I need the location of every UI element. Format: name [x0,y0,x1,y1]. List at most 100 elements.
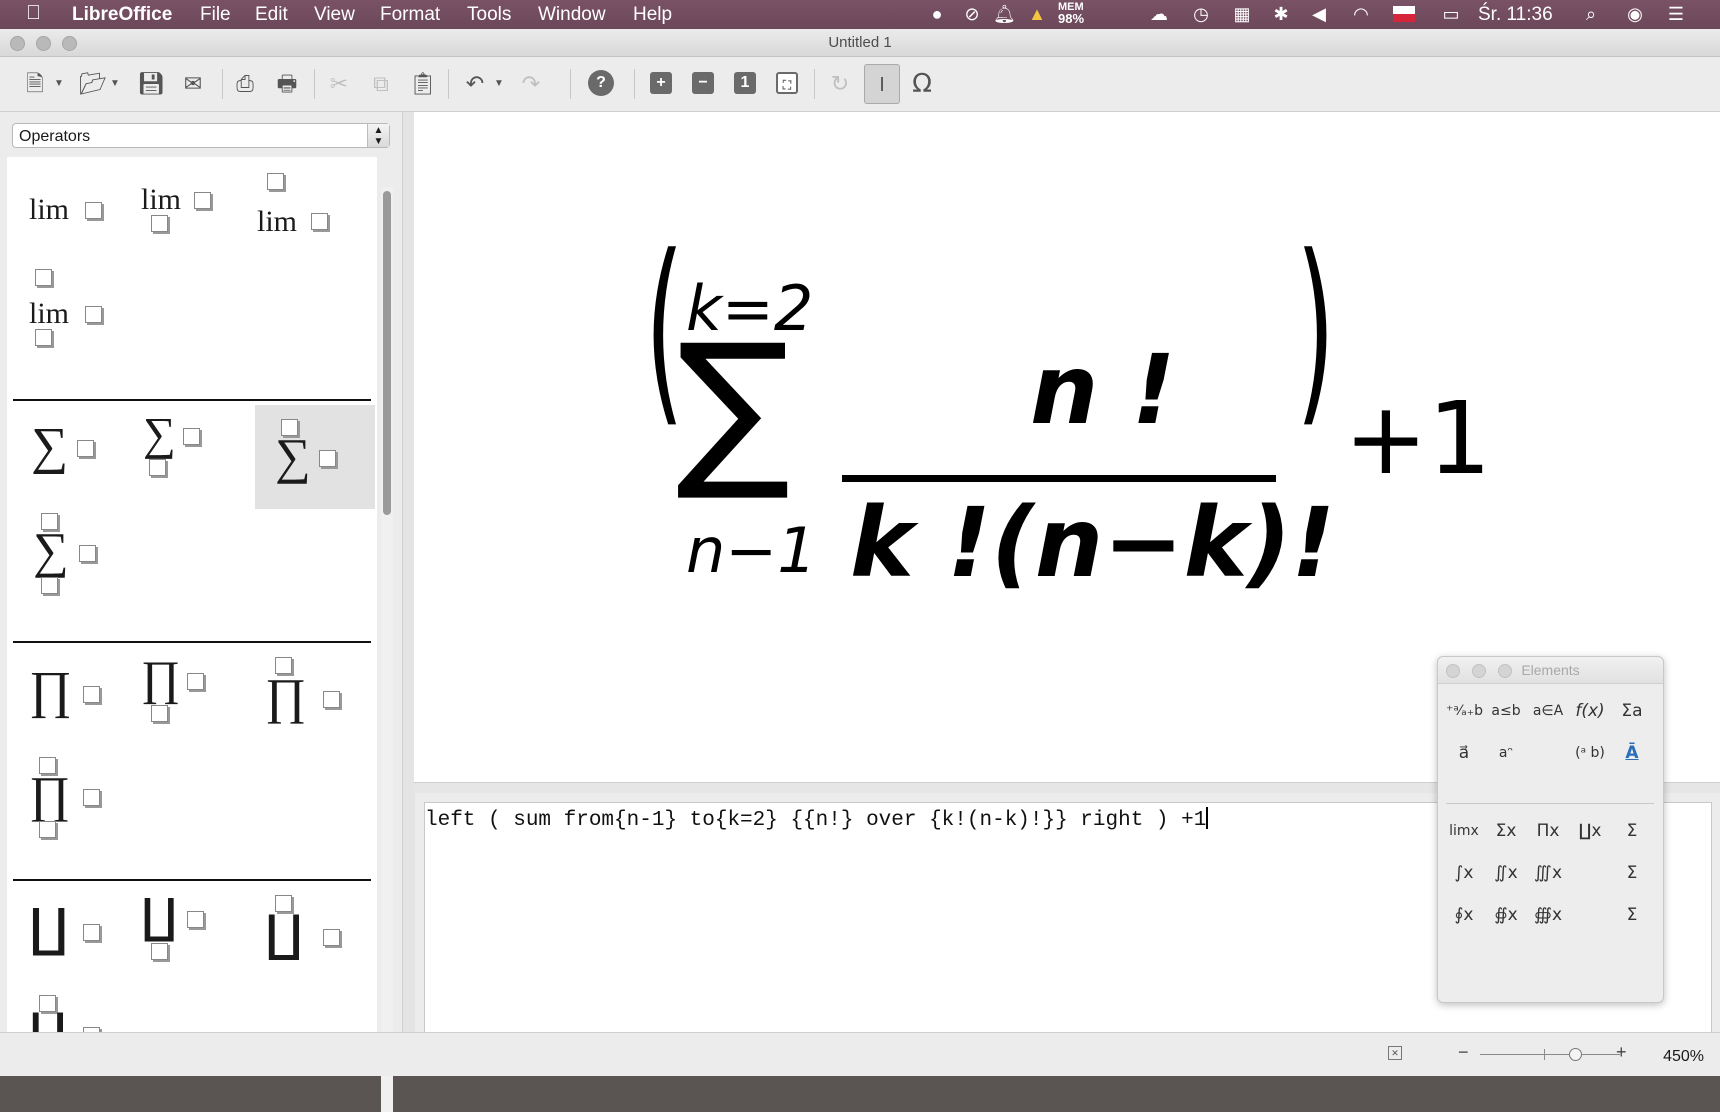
redo-icon[interactable]: ↷ [516,69,546,99]
zoom-out-button[interactable]: − [1458,1042,1469,1063]
app-menu[interactable]: LibreOffice [72,4,172,26]
open-icon[interactable]: 📂︎ [78,69,108,99]
bluetooth-icon[interactable]: ✱ [1270,3,1292,25]
symbols-icon[interactable]: Ω [907,69,937,99]
recording-icon[interactable]: ● [926,3,948,25]
zoom-level[interactable]: 450% [1663,1048,1704,1066]
brackets-category[interactable]: (ᵃ b) [1572,737,1608,769]
coproduct-to-element[interactable]: ∐ [255,887,375,991]
lim-from-element[interactable]: lim [135,165,255,269]
zoom-100-icon[interactable]: 1 [734,72,756,94]
undo-icon[interactable]: ↶ [460,69,490,99]
unary-binary-operators-category[interactable]: ⁺ᵃ⁄ₐ₊b [1446,695,1483,727]
contour-integral-x-element[interactable]: ∮x [1446,899,1482,931]
close-dock-button[interactable] [1446,664,1460,678]
paste-icon[interactable]: 📋︎ [408,69,438,99]
lim-element[interactable]: lim [15,165,135,269]
show-all-icon[interactable]: ⛶ [776,72,798,94]
menu-view[interactable]: View [314,4,355,26]
cut-icon[interactable]: ✂ [324,69,354,99]
document-modified-icon[interactable]: ✕ [1388,1046,1402,1060]
coproduct-from-element[interactable]: ∐ [135,887,255,991]
input-language-flag-icon[interactable] [1393,6,1415,22]
sum-from-to-element[interactable]: ∑ [15,513,135,617]
lim-from-to-element[interactable]: lim [15,269,135,373]
do-not-disturb-icon[interactable]: ⊘ [961,3,983,25]
creative-cloud-icon[interactable]: ☁ [1148,3,1170,25]
new-icon[interactable]: 🗎︎ [20,69,50,99]
attributes-category[interactable]: a⃗ [1446,737,1482,769]
functions-category[interactable]: f(x) [1572,695,1608,727]
undo-dropdown-chevron-icon[interactable]: ▼ [492,69,506,99]
surface-integral-x-element[interactable]: ∯x [1488,899,1524,931]
keyboard-icon[interactable]: ▦ [1231,3,1253,25]
new-dropdown-chevron-icon[interactable]: ▼ [52,69,66,99]
product-to-element[interactable]: ∏ [255,649,375,753]
sum-to-element[interactable]: ∑ [255,405,375,509]
lim-to-element[interactable]: lim [255,165,375,269]
zoom-in-button[interactable]: + [1616,1042,1627,1063]
clock[interactable]: Śr. 11:36 [1478,4,1553,26]
sum-from-element[interactable]: ∑ [135,405,255,509]
menu-tools[interactable]: Tools [467,4,511,26]
wifi-icon[interactable]: ◠ [1350,3,1372,25]
coproduct-from-to-element[interactable]: ∐ [15,995,135,1035]
help-icon[interactable]: ? [588,70,614,96]
zoom-dock-button[interactable] [1498,664,1512,678]
zoom-slider-track[interactable] [1480,1054,1620,1055]
prod-x-element[interactable]: Πx [1530,815,1566,847]
user-icon[interactable]: ◉ [1624,3,1646,25]
formula-cursor-icon[interactable]: I [864,64,900,104]
set-operations-category[interactable]: a∈A [1530,695,1566,727]
volume-integral-x-element[interactable]: ∰x [1530,899,1566,931]
others-category[interactable]: aᵔ [1488,737,1524,769]
battery-icon[interactable]: ▭ [1437,3,1465,25]
menu-format[interactable]: Format [380,4,440,26]
coproduct-element[interactable]: ∐ [15,887,135,991]
select-arrows-icon[interactable]: ▲ ▼ [367,124,389,147]
print-icon[interactable]: 🖶︎ [272,69,302,99]
time-machine-icon[interactable]: ◷ [1190,3,1212,25]
product-from-to-element[interactable]: ∏ [15,757,135,861]
scrollbar-thumb[interactable] [383,191,391,515]
operators-category[interactable]: Σa [1614,695,1650,727]
copy-icon[interactable]: ⧉ [366,69,396,99]
product-from-element[interactable]: ∏ [135,649,255,753]
save-icon[interactable]: 💾︎ [136,69,166,99]
double-integral-x-element[interactable]: ∬x [1488,857,1524,889]
menu-help[interactable]: Help [633,4,672,26]
sum-from-element[interactable]: Σ [1614,857,1650,889]
spotlight-search-icon[interactable]: ⌕ [1580,3,1602,25]
formats-category[interactable]: Ā [1614,737,1650,769]
sum-element[interactable]: ∑ [15,405,135,509]
menu-edit[interactable]: Edit [255,4,288,26]
coprod-x-element[interactable]: ∐x [1572,815,1608,847]
integral-x-element[interactable]: ∫x [1446,857,1482,889]
notification-bell-icon[interactable]: 🔔︎ [993,3,1016,25]
email-icon[interactable]: ✉ [178,69,208,99]
sum-from-to-element[interactable]: Σ [1614,815,1650,847]
menu-window[interactable]: Window [538,4,606,26]
notification-center-icon[interactable]: ☰ [1665,3,1687,25]
apple-icon[interactable]:  [26,2,41,25]
lim-x-element[interactable]: limx [1446,815,1482,847]
zoom-out-icon[interactable]: − [692,72,714,94]
volume-icon[interactable]: ◀ [1308,3,1330,25]
memory-monitor[interactable]: MEM 98% [1058,1,1084,26]
sum-to-element[interactable]: Σ [1614,899,1650,931]
zoom-slider-thumb[interactable] [1569,1048,1582,1061]
export-pdf-icon[interactable]: ⎙ [230,69,260,99]
triple-integral-x-element[interactable]: ∭x [1530,857,1566,889]
relations-category[interactable]: a≤b [1488,695,1524,727]
zoom-in-icon[interactable]: + [650,72,672,94]
update-icon[interactable]: ↻ [825,69,855,99]
open-dropdown-chevron-icon[interactable]: ▼ [108,69,122,99]
group-divider [13,879,371,881]
element-category-select[interactable]: Operators ▲ ▼ [12,123,390,148]
minimize-dock-button[interactable] [1472,664,1486,678]
product-element[interactable]: ∏ [15,649,135,753]
sum-x-element[interactable]: Σx [1488,815,1524,847]
menu-file[interactable]: File [200,4,231,26]
operators-scrollbar[interactable] [381,187,393,1112]
vlc-cone-icon[interactable]: ▲ [1026,3,1048,25]
